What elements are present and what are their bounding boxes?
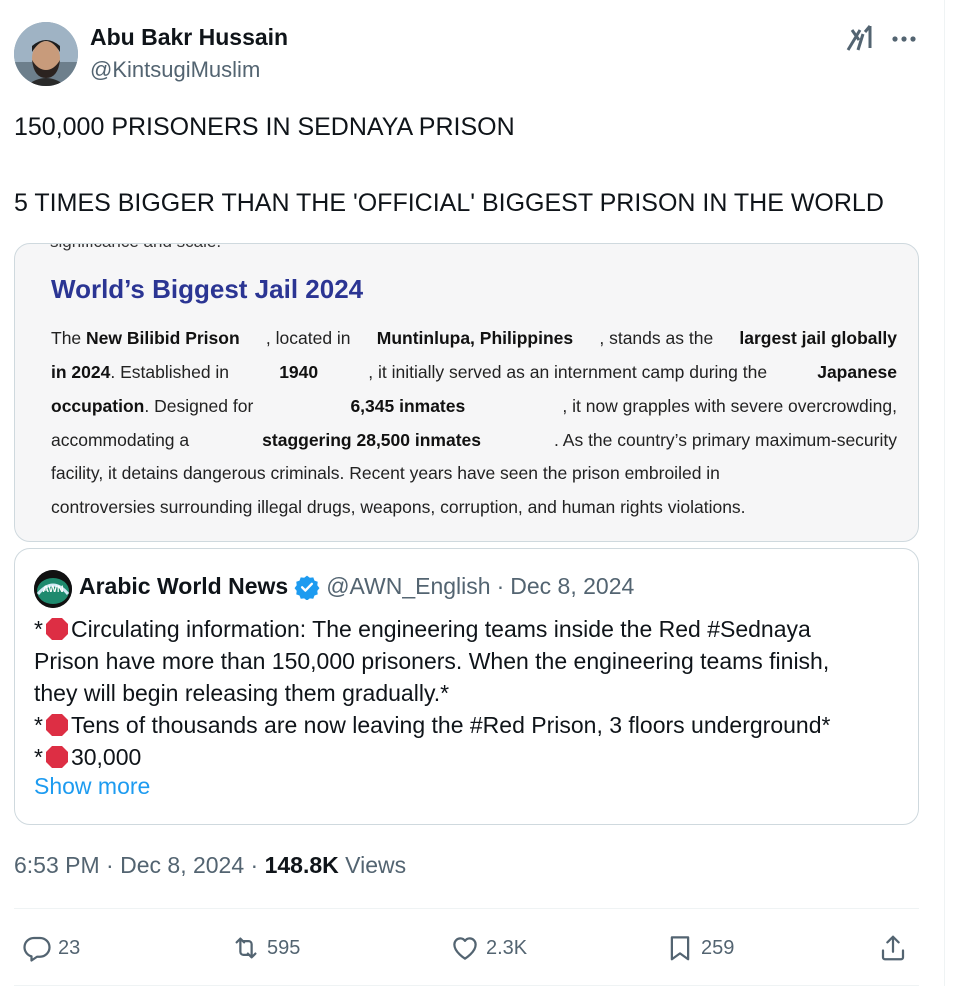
image-text-line: controversies surrounding illegal drugs,…	[51, 497, 746, 517]
quoted-separator: ·	[496, 573, 505, 599]
tweet-meta: 6:53 PM · Dec 8, 2024 · 148.8K Views	[14, 852, 407, 878]
stop-sign-icon	[45, 746, 68, 768]
tweet-image[interactable]: significance and scale. World’s Biggest …	[14, 243, 919, 542]
bookmark-count: 259	[701, 936, 735, 959]
author-name[interactable]: Abu Bakr Hussain	[90, 24, 288, 51]
repost-button[interactable]: 595	[231, 930, 300, 966]
show-more-link[interactable]: Show more	[34, 773, 150, 800]
grok-icon[interactable]	[846, 24, 876, 52]
reply-count: 23	[58, 936, 81, 959]
quoted-date: Dec 8, 2024	[510, 573, 635, 599]
repost-icon	[235, 937, 257, 959]
share-button[interactable]	[878, 930, 908, 966]
stop-sign-icon	[45, 714, 68, 736]
timeline-border	[944, 0, 945, 986]
author-handle[interactable]: @KintsugiMuslim	[90, 57, 260, 83]
bookmark-button[interactable]: 259	[665, 930, 734, 966]
image-text-cropped: significance and scale.	[50, 244, 221, 252]
awn-logo-icon: AWN	[34, 570, 72, 608]
heart-icon	[453, 937, 477, 960]
reply-button[interactable]: 23	[22, 930, 80, 966]
image-text-line: in 2024. Established in 1940, it initiall…	[51, 362, 897, 382]
image-text-line: occupation. Designed for 6,345 inmates, i…	[51, 396, 897, 416]
share-icon	[881, 935, 905, 961]
quoted-header: Arabic World News @AWN_English · Dec 8, …	[79, 573, 634, 600]
author-avatar[interactable]	[14, 22, 78, 86]
tweet-text-line: 5 TIMES BIGGER THAN THE 'OFFICIAL' BIGGE…	[14, 189, 884, 217]
verified-badge-icon	[294, 575, 320, 600]
quoted-text-line: Prison have more than 150,000 prisoners.…	[34, 648, 830, 674]
avatar-image	[14, 22, 78, 86]
quoted-author-name: Arabic World News	[79, 573, 289, 599]
stop-sign-icon	[45, 618, 68, 640]
quoted-text-line: * Circulating information: The engineerin…	[34, 616, 811, 642]
image-heading: World’s Biggest Jail 2024	[51, 274, 364, 304]
bookmark-icon	[670, 936, 690, 961]
tweet-time[interactable]: 6:53 PM	[14, 852, 100, 878]
image-text-line: The New Bilibid Prison, located in Muntin…	[51, 328, 897, 348]
tweet-text-line: 150,000 PRISONERS IN SEDNAYA PRISON	[14, 113, 515, 141]
more-options-icon[interactable]	[890, 27, 918, 51]
quoted-tweet[interactable]: AWN Arabic World News @AWN_English · Dec…	[14, 548, 919, 825]
quoted-text-line: * 30,000	[34, 744, 142, 770]
quoted-text-line: they will begin releasing them gradually…	[34, 680, 450, 706]
views-count: 148.8K	[264, 852, 339, 878]
quoted-author-avatar[interactable]: AWN	[34, 570, 72, 608]
like-count: 2.3K	[486, 936, 528, 959]
image-text-line: accommodating a staggering 28,500 inmates…	[51, 430, 897, 450]
like-button[interactable]: 2.3K	[450, 930, 527, 966]
reply-icon	[23, 936, 51, 962]
quoted-text-line: * Tens of thousands are now leaving the #…	[34, 712, 831, 738]
svg-text:AWN: AWN	[43, 584, 64, 594]
quoted-handle: @AWN_English	[326, 573, 491, 599]
tweet-date[interactable]: Dec 8, 2024	[120, 852, 244, 878]
divider	[14, 908, 919, 909]
image-text-line: facility, it detains dangerous criminals…	[51, 463, 720, 483]
views-label: Views	[345, 852, 407, 878]
repost-count: 595	[267, 936, 301, 959]
